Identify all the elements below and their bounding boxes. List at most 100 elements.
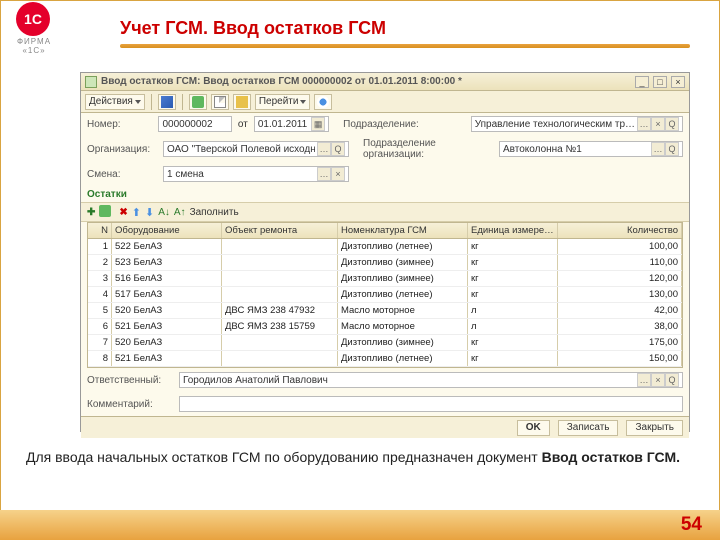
actions-dropdown[interactable]: Действия <box>85 94 145 110</box>
comment-input[interactable] <box>179 396 683 412</box>
save-button[interactable] <box>158 94 176 110</box>
section-title: Остатки <box>81 185 689 202</box>
number-label: Номер: <box>87 119 152 130</box>
cell-object <box>222 239 338 254</box>
org-input[interactable]: ОАО "Тверской Полевой исходный"…Q <box>163 141 349 157</box>
logo-icon: 1С <box>16 2 50 36</box>
caption-text: Для ввода начальных остатков ГСМ по обор… <box>26 449 542 465</box>
delete-row-button[interactable]: ✖ <box>119 207 127 218</box>
calendar-button[interactable]: ▦ <box>311 117 325 131</box>
fill-dropdown[interactable]: Заполнить <box>190 207 239 218</box>
save-button[interactable]: Записать <box>558 420 619 436</box>
cell-nomenclature: Дизтопливо (летнее) <box>338 287 468 302</box>
number-input[interactable]: 000000002 <box>158 116 231 132</box>
table-row[interactable]: 5520 БелАЗДВС ЯМЗ 238 47932Масло моторно… <box>88 303 682 319</box>
main-toolbar: Действия Перейти <box>81 91 689 113</box>
cell-nomenclature: Масло моторное <box>338 319 468 334</box>
open-button[interactable]: Q <box>331 142 345 156</box>
col-header-equipment[interactable]: Оборудование <box>112 223 222 238</box>
select-button[interactable]: … <box>637 373 651 387</box>
cell-quantity: 42,00 <box>558 303 682 318</box>
copy-row-button[interactable] <box>99 205 111 220</box>
sort-asc-button[interactable]: A↓ <box>158 207 170 218</box>
sort-desc-button[interactable]: A↑ <box>174 207 186 218</box>
cell-quantity: 120,00 <box>558 271 682 286</box>
shift-input[interactable]: 1 смена…× <box>163 166 349 182</box>
move-down-button[interactable]: ⬇ <box>145 206 154 219</box>
cell-unit: кг <box>468 255 558 270</box>
app-window: Ввод остатков ГСМ: Ввод остатков ГСМ 000… <box>80 72 690 432</box>
movement-button[interactable] <box>233 94 251 110</box>
table-row[interactable]: 3516 БелАЗДизтопливо (зимнее)кг120,00 <box>88 271 682 287</box>
add-row-button[interactable]: ✚ <box>87 207 95 218</box>
division-input[interactable]: Управление технологическим тр……×Q <box>471 116 683 132</box>
table-row[interactable]: 7520 БелАЗДизтопливо (зимнее)кг175,00 <box>88 335 682 351</box>
division-label: Подразделение: <box>343 119 465 130</box>
footer-stripe <box>0 510 720 540</box>
org-div-input[interactable]: Автоколонна №1…Q <box>499 141 683 157</box>
save-icon <box>161 96 173 108</box>
cell-nomenclature: Дизтопливо (зимнее) <box>338 335 468 350</box>
cell-unit: кг <box>468 239 558 254</box>
org-label: Организация: <box>87 144 157 155</box>
window-close-button[interactable]: × <box>671 76 685 88</box>
cell-n: 1 <box>88 239 112 254</box>
goto-dropdown[interactable]: Перейти <box>255 94 311 110</box>
table-row[interactable]: 1522 БелАЗДизтопливо (летнее)кг100,00 <box>88 239 682 255</box>
col-header-nomenclature[interactable]: Номенклатура ГСМ <box>338 223 468 238</box>
select-button[interactable]: … <box>317 142 331 156</box>
shift-label: Смена: <box>87 169 157 180</box>
doc-icon <box>214 96 226 108</box>
col-header-unit[interactable]: Единица измере… <box>468 223 558 238</box>
select-button[interactable]: … <box>651 142 665 156</box>
window-help-button[interactable]: _ <box>635 76 649 88</box>
cell-quantity: 130,00 <box>558 287 682 302</box>
caption-bold: Ввод остатков ГСМ. <box>542 449 680 465</box>
cell-quantity: 175,00 <box>558 335 682 350</box>
cell-nomenclature: Дизтопливо (зимнее) <box>338 255 468 270</box>
report-button[interactable] <box>211 94 229 110</box>
select-button[interactable]: … <box>637 117 651 131</box>
close-button[interactable]: Закрыть <box>626 420 683 436</box>
table-row[interactable]: 6521 БелАЗДВС ЯМЗ 238 15759Масло моторно… <box>88 319 682 335</box>
help-button[interactable] <box>314 94 332 110</box>
select-button[interactable]: … <box>317 167 331 181</box>
clear-button[interactable]: × <box>651 117 665 131</box>
cell-n: 4 <box>88 287 112 302</box>
cell-n: 2 <box>88 255 112 270</box>
cell-unit: л <box>468 319 558 334</box>
table-row[interactable]: 8521 БелАЗДизтопливо (летнее)кг150,00 <box>88 351 682 367</box>
cell-nomenclature: Масло моторное <box>338 303 468 318</box>
slide-caption: Для ввода начальных остатков ГСМ по обор… <box>26 448 690 466</box>
cell-nomenclature: Дизтопливо (летнее) <box>338 239 468 254</box>
open-button[interactable]: Q <box>665 142 679 156</box>
col-header-object[interactable]: Объект ремонта <box>222 223 338 238</box>
cell-n: 6 <box>88 319 112 334</box>
col-header-n[interactable]: N <box>88 223 112 238</box>
cell-n: 3 <box>88 271 112 286</box>
table-row[interactable]: 2523 БелАЗДизтопливо (зимнее)кг110,00 <box>88 255 682 271</box>
goto-label: Перейти <box>259 96 299 107</box>
cell-equipment: 521 БелАЗ <box>112 351 222 366</box>
chevron-down-icon <box>300 100 306 104</box>
ok-button[interactable]: OK <box>517 420 550 436</box>
date-input[interactable]: 01.01.2011▦ <box>254 116 329 132</box>
clear-button[interactable]: × <box>651 373 665 387</box>
col-header-quantity[interactable]: Количество <box>558 223 682 238</box>
cell-object <box>222 287 338 302</box>
open-button[interactable]: Q <box>665 373 679 387</box>
cell-equipment: 516 БелАЗ <box>112 271 222 286</box>
fill-label: Заполнить <box>190 207 239 218</box>
slide-title: Учет ГСМ. Ввод остатков ГСМ <box>120 18 386 39</box>
move-up-button[interactable]: ⬆ <box>132 206 141 219</box>
post-button[interactable] <box>189 94 207 110</box>
help-icon <box>317 96 329 108</box>
cell-unit: л <box>468 303 558 318</box>
window-maximize-button[interactable]: □ <box>653 76 667 88</box>
clear-button[interactable]: × <box>331 167 345 181</box>
table-row[interactable]: 4517 БелАЗДизтопливо (летнее)кг130,00 <box>88 287 682 303</box>
grid-header: N Оборудование Объект ремонта Номенклату… <box>88 223 682 239</box>
cell-object <box>222 335 338 350</box>
responsible-input[interactable]: Городилов Анатолий Павлович…×Q <box>179 372 683 388</box>
open-button[interactable]: Q <box>665 117 679 131</box>
